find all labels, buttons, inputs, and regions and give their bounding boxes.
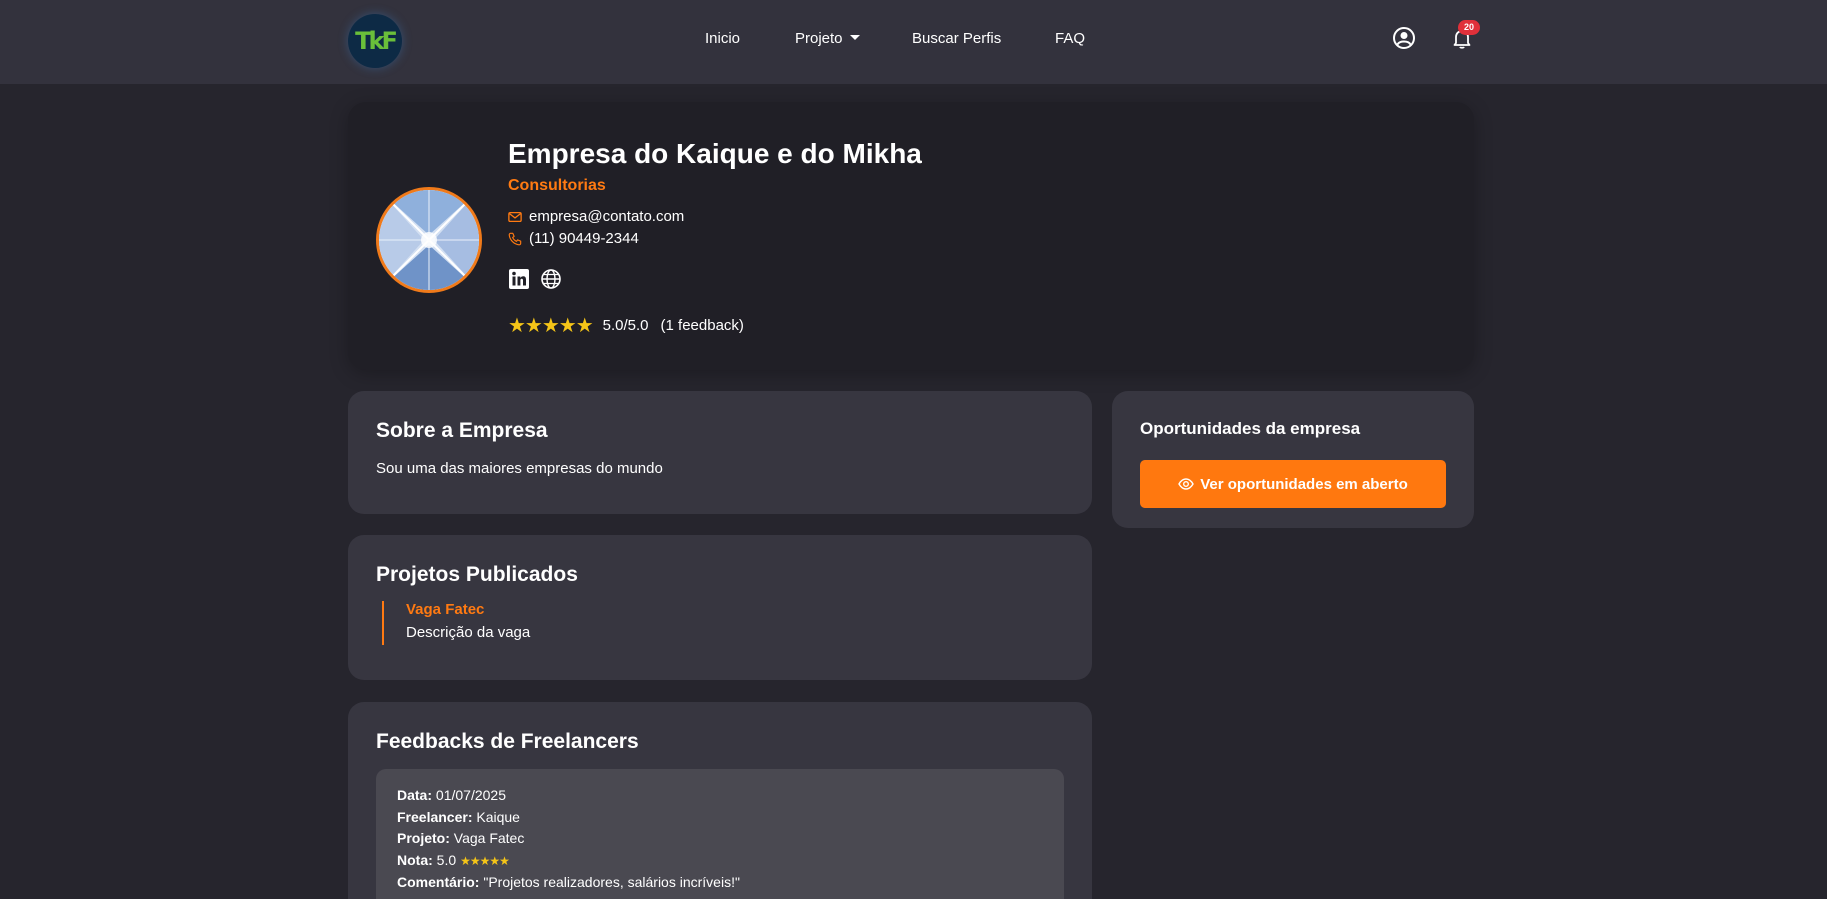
rating-stars: ★★★★★ <box>508 315 594 337</box>
feedback-item: Data: 01/07/2025 Freelancer: Kaique Proj… <box>376 769 1064 899</box>
rating-row: ★★★★★ 5.0/5.0 (1 feedback) <box>508 313 744 338</box>
feedback-project-line: Projeto: Vaga Fatec <box>397 828 1043 850</box>
feedback-grade-label: Nota: <box>397 851 433 868</box>
projects-card: Projetos Publicados Vaga Fatec Descrição… <box>348 535 1092 680</box>
phone-icon <box>508 232 522 245</box>
opportunities-card: Oportunidades da empresa Ver oportunidad… <box>1112 391 1474 528</box>
projects-title: Projetos Publicados <box>376 563 578 586</box>
navbar: TkF Inicio Projeto Buscar Perfis FAQ 20 <box>0 0 1827 84</box>
view-opportunities-label: Ver oportunidades em aberto <box>1200 475 1408 493</box>
notification-badge: 20 <box>1458 20 1480 35</box>
feedbacks-card: Feedbacks de Freelancers Data: 01/07/202… <box>348 702 1092 899</box>
opportunities-title: Oportunidades da empresa <box>1140 419 1361 438</box>
project-item: Vaga Fatec Descrição da vaga <box>382 601 530 645</box>
company-name: Empresa do Kaique e do Mikha <box>508 138 922 169</box>
feedback-freelancer-label: Freelancer: <box>397 808 473 825</box>
brand-logo[interactable]: TkF <box>348 14 402 68</box>
company-email[interactable]: empresa@contato.com <box>529 208 684 225</box>
view-opportunities-button[interactable]: Ver oportunidades em aberto <box>1140 460 1446 508</box>
about-card: Sobre a Empresa Sou uma das maiores empr… <box>348 391 1092 514</box>
feedback-comment-label: Comentário: <box>397 874 480 890</box>
about-text: Sou uma das maiores empresas do mundo <box>376 460 663 477</box>
feedback-date-line: Data: 01/07/2025 <box>397 785 1043 807</box>
nav-link-projeto[interactable]: Projeto <box>795 30 860 47</box>
company-avatar <box>376 187 482 293</box>
feedback-project-label: Projeto: <box>397 830 450 846</box>
caret-down-icon <box>849 35 860 40</box>
feedback-grade: 5.0 <box>436 851 457 868</box>
feedback-grade-stars: ★★★★★ <box>460 853 510 868</box>
linkedin-icon[interactable] <box>508 268 530 290</box>
feedback-comment-line: Comentário: "Projetos realizadores, salá… <box>397 872 1043 894</box>
eye-icon <box>1178 478 1195 490</box>
company-avatar-image <box>379 190 479 290</box>
phone-row: (11) 90449-2344 <box>508 230 639 247</box>
rating-count: (1 feedback) <box>660 317 744 334</box>
envelope-icon <box>508 211 522 222</box>
nav-link-buscar-perfis[interactable]: Buscar Perfis <box>912 30 1001 47</box>
user-circle-icon[interactable] <box>1392 26 1416 50</box>
feedback-date-label: Data: <box>397 787 433 803</box>
feedback-freelancer: Kaique <box>476 808 520 825</box>
project-description: Descrição da vaga <box>406 624 531 641</box>
feedback-project: Vaga Fatec <box>453 830 525 846</box>
about-title: Sobre a Empresa <box>376 419 548 442</box>
nav-link-projeto-label: Projeto <box>795 30 843 47</box>
feedback-freelancer-line: Freelancer: Kaique <box>397 807 1043 829</box>
email-row: empresa@contato.com <box>508 208 684 225</box>
rating-value: 5.0/5.0 <box>602 317 649 334</box>
feedback-comment: "Projetos realizadores, salários incríve… <box>483 874 740 890</box>
profile-header-card: Empresa do Kaique e do Mikha Consultoria… <box>348 102 1474 370</box>
company-phone[interactable]: (11) 90449-2344 <box>529 230 639 247</box>
company-category: Consultorias <box>508 177 606 194</box>
feedbacks-title: Feedbacks de Freelancers <box>376 730 639 753</box>
nav-link-inicio[interactable]: Inicio <box>705 30 740 47</box>
feedback-date: 01/07/2025 <box>435 787 506 803</box>
feedback-grade-line: Nota: 5.0 ★★★★★ <box>397 850 1043 873</box>
nav-link-faq[interactable]: FAQ <box>1055 30 1085 47</box>
project-title[interactable]: Vaga Fatec <box>406 601 530 618</box>
globe-icon[interactable] <box>540 268 562 290</box>
logo-text: TkF <box>355 27 398 55</box>
